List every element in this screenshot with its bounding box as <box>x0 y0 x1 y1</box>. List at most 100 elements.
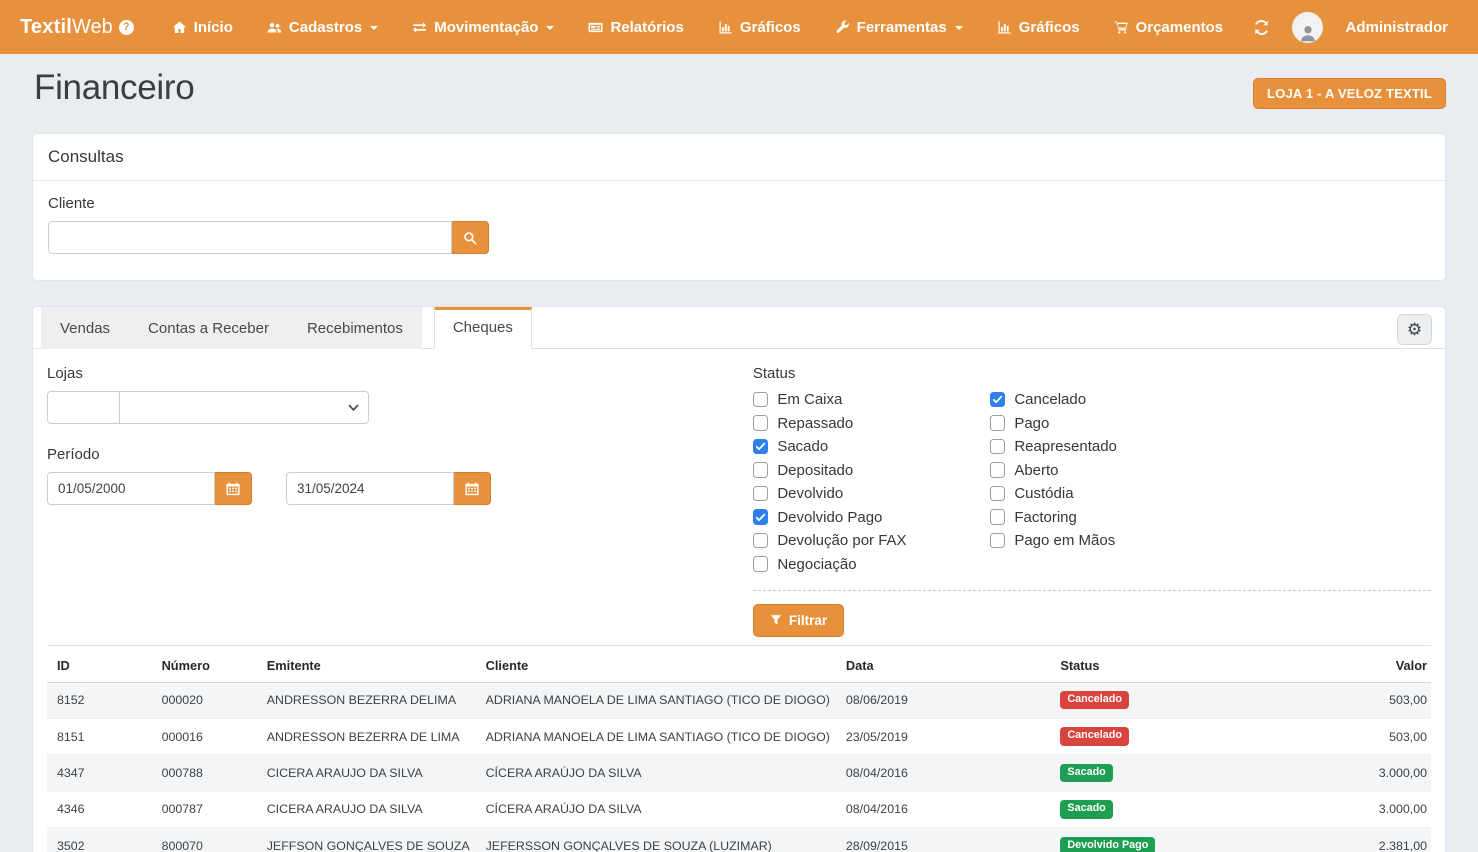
status-option-devolucao-por-fax[interactable]: Devolução por FAX <box>753 532 990 549</box>
status-option-aberto[interactable]: Aberto <box>990 462 1431 479</box>
status-option-pago[interactable]: Pago <box>990 415 1431 432</box>
status-option-devolvido-pago[interactable]: Devolvido Pago <box>753 509 990 526</box>
date-from-calendar-button[interactable] <box>215 472 252 505</box>
refresh-icon[interactable] <box>1253 19 1270 36</box>
calendar-icon <box>226 482 240 496</box>
column-header-emitente[interactable]: Emitente <box>259 645 478 682</box>
column-header-status[interactable]: Status <box>1052 645 1363 682</box>
checkbox-unchecked[interactable] <box>990 415 1006 431</box>
checkbox-unchecked[interactable] <box>753 556 769 572</box>
nav-item-graficos-2[interactable]: Gráficos <box>997 19 1080 36</box>
tab-cheques[interactable]: Cheques <box>434 307 532 349</box>
gear-icon[interactable]: ⚙ <box>1397 314 1432 345</box>
cliente-search-input[interactable] <box>48 221 452 254</box>
status-option-label: Factoring <box>1014 509 1077 526</box>
nav-item-cadastros[interactable]: Cadastros <box>267 19 378 36</box>
brand-logo[interactable]: TextilWeb ? <box>20 16 134 39</box>
loja-code-input[interactable] <box>47 391 120 424</box>
filter-left-column: Lojas Período <box>47 365 753 637</box>
table-row[interactable]: 8152000020ANDRESSON BEZERRA DELIMAADRIAN… <box>47 682 1431 718</box>
filtrar-button[interactable]: Filtrar <box>753 604 844 637</box>
navbar-menu: Início Cadastros Movimentação Relatórios Grá… <box>172 19 1254 36</box>
checkbox-unchecked[interactable] <box>753 533 769 549</box>
cell-valor: 503,00 <box>1364 682 1431 718</box>
status-option-depositado[interactable]: Depositado <box>753 462 990 479</box>
cell-id: 8152 <box>47 682 154 718</box>
checkbox-unchecked[interactable] <box>753 415 769 431</box>
table-row[interactable]: 8151000016ANDRESSON BEZERRA DE LIMAADRIA… <box>47 718 1431 754</box>
tab-contas-a-receber[interactable]: Contas a Receber <box>129 307 288 349</box>
checkbox-unchecked[interactable] <box>990 533 1006 549</box>
checkbox-unchecked[interactable] <box>990 509 1006 525</box>
column-header-data[interactable]: Data <box>838 645 1053 682</box>
column-header-valor[interactable]: Valor <box>1364 645 1431 682</box>
cell-data: 08/06/2019 <box>838 682 1053 718</box>
cell-id: 4347 <box>47 755 154 791</box>
cell-data: 08/04/2016 <box>838 755 1053 791</box>
periodo-label: Período <box>47 446 753 463</box>
date-from-input[interactable] <box>47 472 215 505</box>
tab-recebimentos[interactable]: Recebimentos <box>288 307 422 349</box>
column-header-cliente[interactable]: Cliente <box>478 645 838 682</box>
nav-item-graficos[interactable]: Gráficos <box>718 19 801 36</box>
status-option-factoring[interactable]: Factoring <box>990 509 1431 526</box>
tab-vendas[interactable]: Vendas <box>41 307 129 349</box>
nav-item-relatorios[interactable]: Relatórios <box>588 19 683 36</box>
date-to-input[interactable] <box>286 472 454 505</box>
status-col-2: Cancelado Pago Reapresentado Aberto Custódia… <box>990 391 1431 573</box>
column-header-numero[interactable]: Número <box>154 645 259 682</box>
nav-item-label: Orçamentos <box>1136 19 1224 36</box>
status-option-pago-em-maos[interactable]: Pago em Mãos <box>990 532 1431 549</box>
status-option-em-caixa[interactable]: Em Caixa <box>753 391 990 408</box>
cell-numero: 000787 <box>154 791 259 827</box>
nav-item-ferramentas[interactable]: Ferramentas <box>835 19 963 36</box>
status-option-custodia[interactable]: Custódia <box>990 485 1431 502</box>
status-option-sacado[interactable]: Sacado <box>753 438 990 455</box>
checkbox-unchecked[interactable] <box>990 462 1006 478</box>
nav-item-movimentacao[interactable]: Movimentação <box>412 19 554 36</box>
lojas-label: Lojas <box>47 365 753 382</box>
status-option-devolvido[interactable]: Devolvido <box>753 485 990 502</box>
cliente-search-group <box>48 221 489 254</box>
column-header-id[interactable]: ID <box>47 645 154 682</box>
cliente-search-button[interactable] <box>452 221 489 254</box>
checkbox-unchecked[interactable] <box>753 462 769 478</box>
navbar-right: Administrador <box>1253 12 1448 43</box>
checkbox-checked[interactable] <box>753 439 769 455</box>
checkbox-checked[interactable] <box>990 392 1006 408</box>
status-option-reapresentado[interactable]: Reapresentado <box>990 438 1431 455</box>
nav-item-orcamentos[interactable]: Orçamentos <box>1114 19 1224 36</box>
date-to-calendar-button[interactable] <box>454 472 491 505</box>
cliente-label: Cliente <box>48 195 1430 212</box>
nav-item-label: Início <box>194 19 233 36</box>
cell-cliente: ADRIANA MANOELA DE LIMA SANTIAGO (TICO D… <box>478 718 838 754</box>
table-row[interactable]: 4347000788CICERA ARAUJO DA SILVACÍCERA A… <box>47 755 1431 791</box>
status-option-repassado[interactable]: Repassado <box>753 415 990 432</box>
status-option-label: Negociação <box>777 556 856 573</box>
status-option-cancelado[interactable]: Cancelado <box>990 391 1431 408</box>
checkbox-unchecked[interactable] <box>753 392 769 408</box>
table-row[interactable]: 3502800070JEFFSON GONÇALVES DE SOUZAJEFE… <box>47 828 1431 852</box>
filter-row: Lojas Período <box>47 365 1431 637</box>
checkbox-unchecked[interactable] <box>753 486 769 502</box>
checkbox-checked[interactable] <box>753 509 769 525</box>
help-icon[interactable]: ? <box>119 20 134 35</box>
brand-bold: Textil <box>20 16 72 39</box>
username-label[interactable]: Administrador <box>1345 19 1448 36</box>
status-option-label: Reapresentado <box>1014 438 1117 455</box>
lojas-group <box>47 391 753 424</box>
loja-select[interactable] <box>120 391 369 424</box>
user-avatar[interactable] <box>1292 12 1323 43</box>
filter-icon <box>770 614 782 626</box>
status-option-negociacao[interactable]: Negociação <box>753 556 990 573</box>
loja-select-wrap <box>120 391 369 424</box>
checkbox-unchecked[interactable] <box>990 439 1006 455</box>
table-row[interactable]: 4346000787CICERA ARAUJO DA SILVACÍCERA A… <box>47 791 1431 827</box>
nav-item-inicio[interactable]: Início <box>172 19 233 36</box>
nav-item-label: Movimentação <box>434 19 538 36</box>
status-label: Status <box>753 365 1431 382</box>
checkbox-unchecked[interactable] <box>990 486 1006 502</box>
cell-emitente: ANDRESSON BEZERRA DE LIMA <box>259 718 478 754</box>
store-selector-button[interactable]: LOJA 1 - A VELOZ TEXTIL <box>1253 78 1446 109</box>
consultas-panel: Consultas Cliente <box>32 133 1446 281</box>
